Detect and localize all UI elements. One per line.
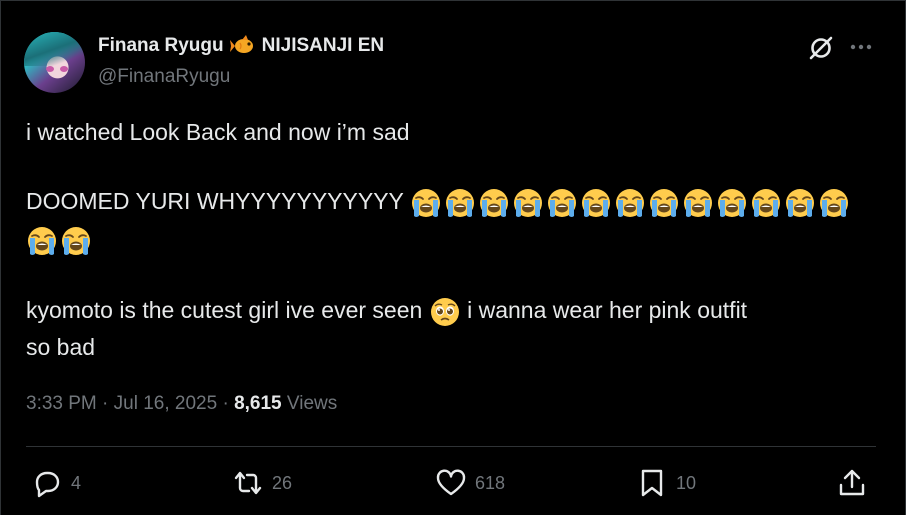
author-handle[interactable]: @FinanaRyugu bbox=[98, 66, 230, 88]
post-text-line-1: i watched Look Back and now i’m sad bbox=[26, 119, 410, 145]
crying-face-icon bbox=[750, 187, 782, 219]
like-button[interactable]: 618 bbox=[435, 467, 505, 499]
bookmark-icon bbox=[641, 469, 663, 497]
crying-face-icon bbox=[546, 187, 578, 219]
repost-button[interactable]: 26 bbox=[232, 467, 292, 499]
tweet-card: Finana Ryugu NIJISANJI EN @FinanaRyugu i… bbox=[0, 0, 906, 515]
post-date[interactable]: Jul 16, 2025 bbox=[114, 393, 218, 414]
crying-face-icon bbox=[478, 187, 510, 219]
avatar-hair bbox=[24, 32, 85, 66]
post-text-shout: DOOMED YURI WHYYYYYYYYYYY bbox=[26, 188, 404, 214]
post-text-line-2b bbox=[26, 224, 92, 257]
meta-separator: · bbox=[102, 393, 109, 414]
grok-icon[interactable] bbox=[807, 34, 835, 62]
like-count: 618 bbox=[475, 472, 506, 493]
repost-count: 26 bbox=[272, 472, 293, 493]
crying-face-icon bbox=[580, 187, 612, 219]
avatar[interactable] bbox=[24, 32, 85, 93]
author-affiliation[interactable]: NIJISANJI EN bbox=[262, 35, 384, 57]
crying-face-icon bbox=[60, 225, 92, 257]
post-text-line-3: kyomoto is the cutest girl ive ever seen… bbox=[26, 295, 747, 328]
post-text-line-4: so bad bbox=[26, 334, 96, 360]
fish-emoji-icon bbox=[229, 34, 256, 58]
crying-emoji-row-1 bbox=[410, 187, 850, 219]
reply-icon bbox=[35, 471, 60, 498]
avatar-eye-left bbox=[46, 66, 54, 72]
crying-face-icon bbox=[818, 187, 850, 219]
crying-face-icon bbox=[26, 225, 58, 257]
crying-face-icon bbox=[682, 187, 714, 219]
crying-face-icon bbox=[648, 187, 680, 219]
reply-button[interactable]: 4 bbox=[31, 467, 81, 499]
author-display-name[interactable]: Finana Ryugu bbox=[98, 35, 224, 57]
crying-face-icon bbox=[614, 187, 646, 219]
bookmark-button[interactable]: 10 bbox=[636, 467, 696, 499]
post-time[interactable]: 3:33 PM bbox=[26, 393, 97, 414]
divider bbox=[26, 446, 876, 447]
share-icon bbox=[839, 469, 865, 496]
post-text-line-2: DOOMED YURI WHYYYYYYYYYYY bbox=[26, 186, 850, 219]
pleading-face-icon bbox=[429, 296, 461, 328]
more-options-icon[interactable] bbox=[848, 37, 874, 57]
crying-face-icon bbox=[716, 187, 748, 219]
crying-face-icon bbox=[784, 187, 816, 219]
bookmark-count: 10 bbox=[676, 472, 697, 493]
share-button[interactable] bbox=[836, 467, 868, 499]
heart-icon bbox=[436, 469, 466, 496]
post-text-kyomoto: kyomoto is the cutest girl ive ever seen bbox=[26, 297, 423, 323]
post-meta: 3:33 PM · Jul 16, 2025 · 8,615 Views bbox=[26, 393, 337, 415]
views-count: 8,615 bbox=[234, 393, 282, 414]
author-name-row[interactable]: Finana Ryugu NIJISANJI EN bbox=[98, 34, 384, 58]
crying-face-icon bbox=[444, 187, 476, 219]
crying-emoji-row-2 bbox=[26, 225, 92, 257]
post-text-outfit: i wanna wear her pink outfit bbox=[467, 297, 748, 323]
crying-face-icon bbox=[410, 187, 442, 219]
crying-face-icon bbox=[512, 187, 544, 219]
views-label: Views bbox=[286, 393, 338, 414]
repost-icon bbox=[234, 471, 262, 495]
reply-count: 4 bbox=[71, 472, 82, 493]
meta-separator: · bbox=[222, 393, 229, 414]
avatar-eye-right bbox=[60, 66, 68, 72]
